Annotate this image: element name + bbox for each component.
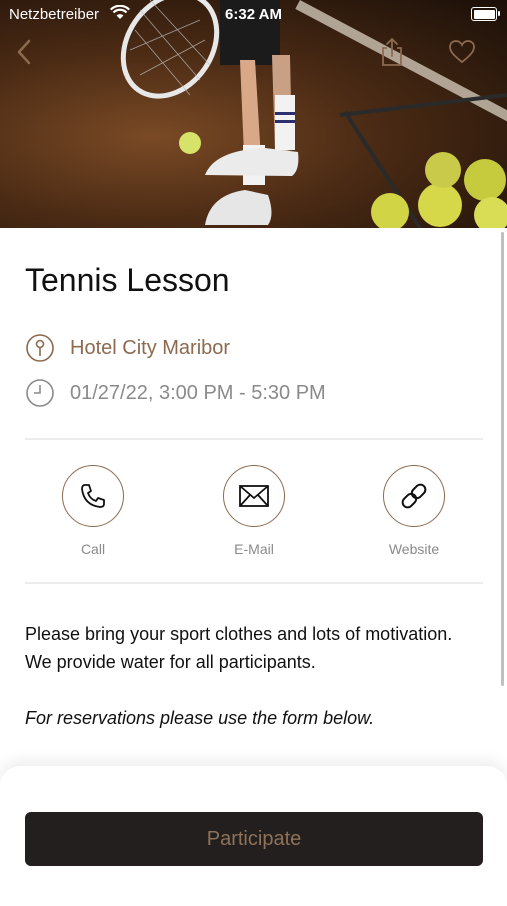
website-button[interactable]: Website xyxy=(354,465,474,557)
location-row[interactable]: Hotel City Maribor xyxy=(25,333,230,363)
chevron-left-icon xyxy=(17,39,31,65)
back-button[interactable] xyxy=(8,36,40,68)
divider xyxy=(25,582,483,584)
description-text: We provide water for all participants. xyxy=(25,652,316,672)
battery-icon xyxy=(471,7,500,21)
mail-icon xyxy=(239,485,269,507)
map-pin-icon xyxy=(25,333,55,363)
event-description: Please bring your sport clothes and lots… xyxy=(25,620,465,732)
divider xyxy=(25,438,483,440)
location-link[interactable]: Hotel City Maribor xyxy=(70,337,230,360)
call-button[interactable]: Call xyxy=(33,465,153,557)
phone-icon xyxy=(81,484,105,508)
status-bar: Netzbetreiber 6:32 AM xyxy=(0,0,507,28)
event-datetime: 01/27/22, 3:00 PM - 5:30 PM xyxy=(70,381,326,404)
reservation-note: For reservations please use the form bel… xyxy=(25,708,375,728)
clock: 6:32 AM xyxy=(225,6,282,23)
email-label: E-Mail xyxy=(234,541,274,557)
participate-button[interactable]: Participate xyxy=(25,812,483,866)
call-label: Call xyxy=(80,541,106,557)
link-icon xyxy=(401,483,427,509)
event-title: Tennis Lesson xyxy=(25,262,230,298)
email-button[interactable]: E-Mail xyxy=(194,465,314,557)
favorite-button[interactable] xyxy=(446,36,478,68)
website-label: Website xyxy=(388,541,440,557)
clock-icon xyxy=(25,378,55,408)
hero-image xyxy=(0,0,507,228)
scrollbar[interactable] xyxy=(501,232,504,686)
heart-icon xyxy=(449,40,475,64)
description-text: Please bring your sport clothes and lots… xyxy=(25,624,453,644)
tennis-scene-illustration xyxy=(120,0,507,228)
share-icon xyxy=(382,38,402,66)
datetime-row: 01/27/22, 3:00 PM - 5:30 PM xyxy=(25,378,326,408)
share-button[interactable] xyxy=(376,36,408,68)
